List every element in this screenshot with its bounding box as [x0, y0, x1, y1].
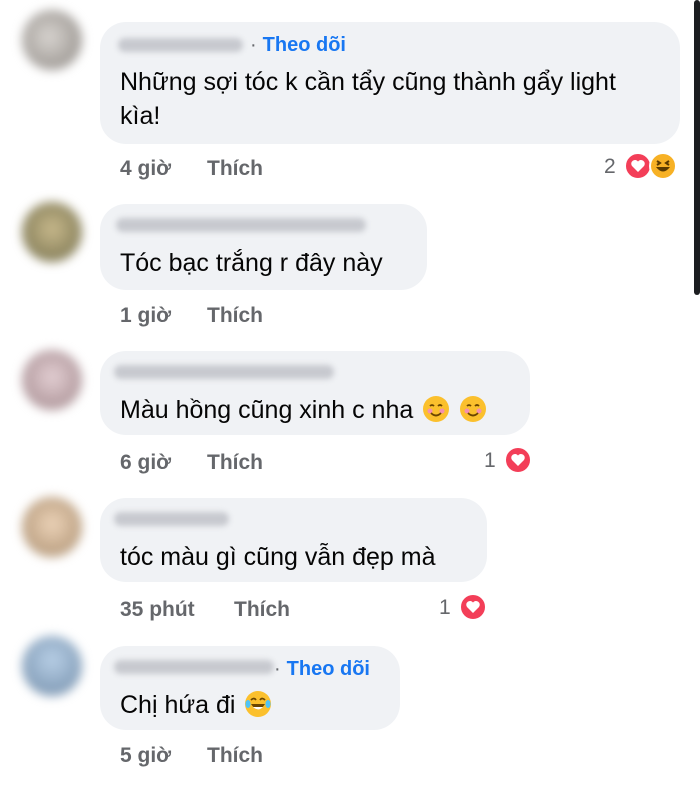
comment-text-value: Màu hồng cũng xinh c nha [120, 396, 414, 424]
avatar[interactable] [22, 497, 82, 557]
author-name[interactable] [114, 365, 334, 379]
author-name[interactable] [116, 218, 366, 232]
follow-link[interactable]: · Theo dõi [274, 658, 370, 681]
like-button[interactable]: Thích [207, 744, 263, 768]
author-name[interactable] [118, 38, 243, 52]
comment-time[interactable]: 6 giờ [120, 451, 171, 475]
reaction-count[interactable]: 2 [604, 155, 616, 179]
avatar[interactable] [22, 10, 82, 70]
follow-label[interactable]: Theo dõi [263, 34, 346, 56]
comment-time[interactable]: 35 phút [120, 598, 195, 622]
heart-reaction-icon[interactable] [459, 593, 487, 621]
heart-reaction-icon[interactable] [504, 446, 532, 474]
author-name[interactable] [114, 660, 274, 674]
smiling-face-icon [423, 396, 450, 422]
scrollbar[interactable] [694, 0, 700, 295]
comment-text: Màu hồng cũng xinh c nha [120, 393, 487, 427]
comment-bubble: · Theo dõi Những sợi tóc k cần tẩy cũng t… [100, 22, 680, 144]
comment-text-line: kìa! [120, 102, 161, 130]
follow-label[interactable]: Theo dõi [287, 658, 370, 680]
like-button[interactable]: Thích [207, 157, 263, 181]
comment-text: tóc màu gì cũng vẫn đẹp mà [120, 543, 436, 571]
comment-bubble: tóc màu gì cũng vẫn đẹp mà [100, 498, 487, 582]
comment-text: Chị hứa đi [120, 688, 272, 722]
follow-link[interactable]: · Theo dõi [250, 34, 346, 57]
comment-bubble: Màu hồng cũng xinh c nha [100, 351, 530, 435]
author-name[interactable] [114, 512, 229, 526]
comment-time[interactable]: 5 giờ [120, 744, 171, 768]
like-button[interactable]: Thích [207, 451, 263, 475]
reaction-count[interactable]: 1 [439, 596, 451, 620]
comment-text-line: Những sợi tóc k cần tẩy cũng thành gẩy l… [120, 68, 616, 96]
heart-reaction-icon[interactable] [624, 152, 652, 180]
comment-bubble: Tóc bạc trắng r đây này [100, 204, 427, 290]
comment-bubble: · Theo dõi Chị hứa đi [100, 646, 400, 730]
comment-text: Tóc bạc trắng r đây này [120, 249, 383, 277]
like-button[interactable]: Thích [234, 598, 290, 622]
comment-text: Những sợi tóc k cần tẩy cũng thành gẩy l… [120, 65, 616, 133]
comment-text-value: Chị hứa đi [120, 691, 236, 719]
like-button[interactable]: Thích [207, 304, 263, 328]
avatar[interactable] [22, 202, 82, 262]
avatar[interactable] [22, 636, 82, 696]
avatar[interactable] [22, 350, 82, 410]
laugh-reaction-icon[interactable] [649, 152, 677, 180]
comment-time[interactable]: 1 giờ [120, 304, 171, 328]
smiling-face-icon [460, 396, 487, 422]
reaction-count[interactable]: 1 [484, 449, 496, 473]
comment-time[interactable]: 4 giờ [120, 157, 171, 181]
tears-of-joy-icon [245, 691, 272, 717]
